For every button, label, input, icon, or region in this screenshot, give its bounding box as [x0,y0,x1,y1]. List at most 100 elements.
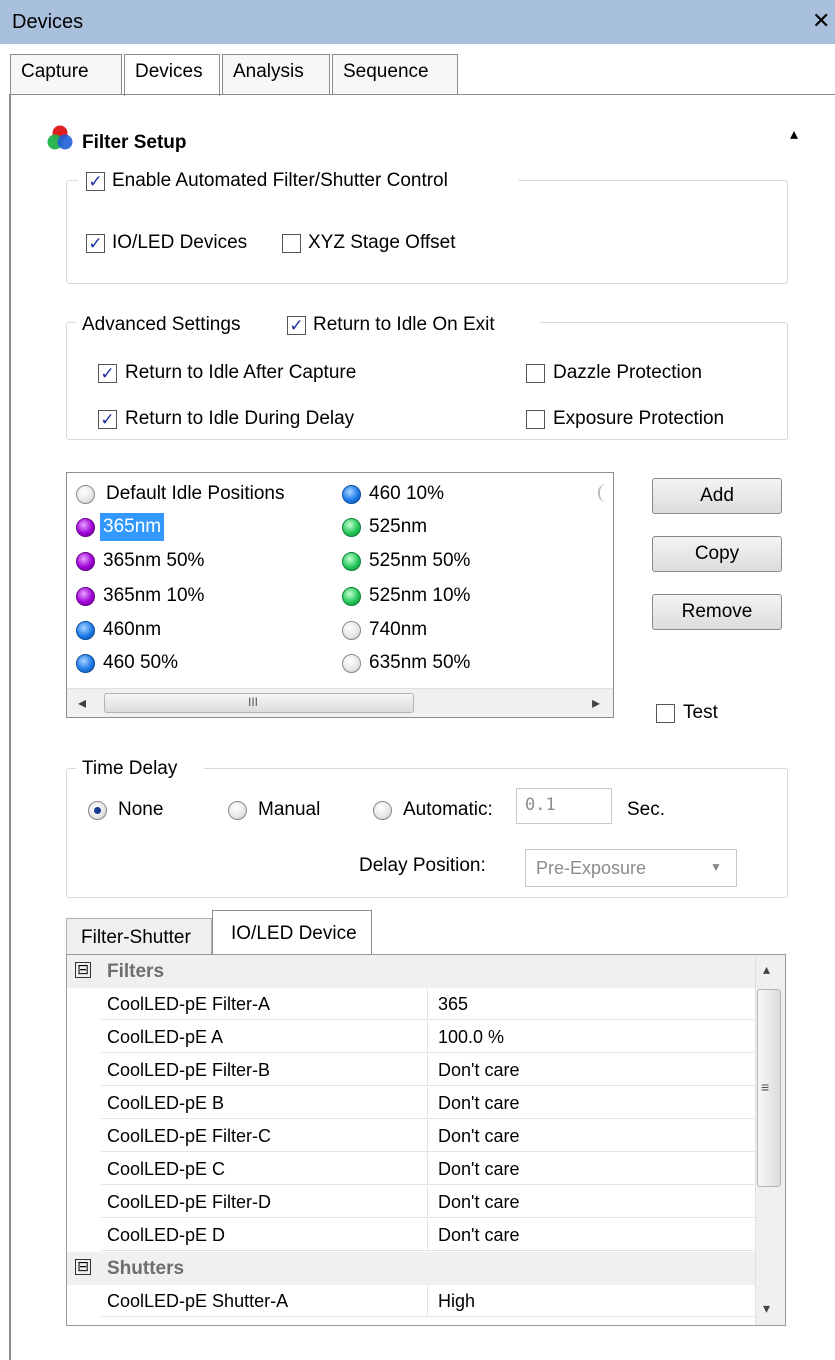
return-idle-capture-checkbox[interactable]: ✓ [98,364,117,383]
position-label[interactable]: 740nm [369,619,427,641]
position-radio[interactable] [76,621,95,640]
column-divider [427,1219,428,1251]
collapse-toggle-icon[interactable]: ⊟ [75,962,91,978]
property-row[interactable]: CoolLED-pE A 100.0 % [101,1021,755,1053]
category-row[interactable]: ⊟ Filters [67,955,755,988]
collapse-icon[interactable]: ▴ [790,124,798,144]
property-value[interactable]: High [438,1291,475,1312]
section-title: Filter Setup [82,132,187,153]
position-label[interactable]: 525nm [369,516,427,538]
exposure-protection-checkbox[interactable] [526,410,545,429]
position-label[interactable]: 460 10% [369,483,444,505]
column-divider [427,1120,428,1152]
position-radio[interactable] [342,485,361,504]
automatic-radio[interactable] [373,801,392,820]
scroll-up-icon[interactable]: ▴ [763,961,770,978]
position-label-selected[interactable]: 365nm [100,513,165,541]
property-row[interactable]: CoolLED-pE B Don't care [101,1087,755,1119]
return-idle-exit-checkbox[interactable]: ✓ [287,316,306,335]
position-radio[interactable] [76,587,95,606]
column-divider [427,1285,428,1317]
scroll-grip-icon: III [248,695,259,709]
panel-border [9,94,11,1360]
property-value[interactable]: Don't care [438,1192,519,1213]
dazzle-protection-label: Dazzle Protection [553,362,702,383]
enable-automated-checkbox[interactable]: ✓ [86,172,105,191]
io-led-devices-checkbox[interactable]: ✓ [86,234,105,253]
property-row[interactable]: CoolLED-pE Shutter-A High [101,1285,755,1317]
property-value[interactable]: 100.0 % [438,1027,504,1048]
property-value[interactable]: Don't care [438,1159,519,1180]
return-idle-delay-checkbox[interactable]: ✓ [98,410,117,429]
position-label[interactable]: 365nm 10% [103,585,204,607]
position-radio[interactable] [342,552,361,571]
property-name: CoolLED-pE C [107,1159,226,1179]
close-icon[interactable]: ✕ [812,8,830,34]
property-name: CoolLED-pE B [107,1093,225,1113]
xyz-stage-offset-checkbox[interactable] [282,234,301,253]
manual-radio[interactable] [228,801,247,820]
property-row[interactable]: CoolLED-pE Filter-C Don't care [101,1120,755,1152]
property-row[interactable]: CoolLED-pE Filter-A 365 [101,988,755,1020]
position-label[interactable]: 460 50% [103,652,178,674]
position-radio[interactable] [342,621,361,640]
position-label[interactable]: 635nm 50% [369,652,470,674]
chevron-down-icon[interactable]: ▼ [710,860,722,874]
property-row[interactable]: CoolLED-pE Filter-D Don't care [101,1186,755,1218]
position-radio[interactable] [76,485,95,504]
property-value[interactable]: 365 [438,994,468,1015]
dazzle-protection-checkbox[interactable] [526,364,545,383]
category-label: Filters [107,961,165,982]
scroll-down-icon[interactable]: ▾ [763,1300,770,1317]
scroll-left-icon[interactable]: ◂ [78,693,86,713]
property-value[interactable]: Don't care [438,1126,519,1147]
tab-capture[interactable]: Capture [10,54,122,94]
test-checkbox[interactable] [656,704,675,723]
property-name: CoolLED-pE D [107,1225,226,1245]
property-value[interactable]: Don't care [438,1225,519,1246]
collapse-toggle-icon[interactable]: ⊟ [75,1259,91,1275]
scroll-grip-icon: ≡ [761,1079,770,1095]
delay-position-value: Pre-Exposure [536,858,647,878]
property-value[interactable]: Don't care [438,1093,519,1114]
tab-io-led-device[interactable]: IO/LED Device [212,910,372,954]
property-row[interactable]: CoolLED-pE D Don't care [101,1219,755,1251]
property-name: CoolLED-pE Filter-A [107,994,271,1014]
category-row[interactable]: ⊟ Shutters [67,1252,755,1285]
position-radio[interactable] [76,654,95,673]
tab-filter-shutter[interactable]: Filter-Shutter [66,918,212,954]
property-name: CoolLED-pE Filter-D [107,1192,272,1212]
remove-button[interactable]: Remove [652,594,782,630]
position-label[interactable]: 525nm 50% [369,550,470,572]
tab-devices[interactable]: Devices [124,54,220,96]
return-idle-capture-label: Return to Idle After Capture [125,362,357,383]
advanced-settings-title: Advanced Settings [82,314,241,335]
tab-analysis[interactable]: Analysis [222,54,330,94]
property-value[interactable]: Don't care [438,1060,519,1081]
property-row[interactable]: CoolLED-pE C Don't care [101,1153,755,1185]
scroll-thumb[interactable] [104,693,414,713]
automatic-label: Automatic: [403,799,493,820]
seconds-unit-label: Sec. [627,799,666,820]
add-button[interactable]: Add [652,478,782,514]
position-label[interactable]: 460nm [103,619,161,641]
return-idle-exit-label: Return to Idle On Exit [313,314,495,335]
filter-rgb-icon [46,124,74,154]
position-radio[interactable] [342,587,361,606]
copy-button[interactable]: Copy [652,536,782,572]
delay-position-select[interactable]: Pre-Exposure [525,849,737,887]
scroll-right-icon[interactable]: ▸ [592,693,600,713]
position-radio[interactable] [76,518,95,537]
position-radio[interactable] [76,552,95,571]
position-radio[interactable] [342,654,361,673]
property-row[interactable]: CoolLED-pE Filter-B Don't care [101,1054,755,1086]
position-label[interactable]: 525nm 10% [369,585,470,607]
position-radio[interactable] [342,518,361,537]
property-name: CoolLED-pE Shutter-A [107,1291,289,1311]
tab-sequence[interactable]: Sequence [332,54,458,94]
position-label[interactable]: Default Idle Positions [106,483,285,505]
delay-seconds-input[interactable]: 0.1 [516,788,612,824]
none-radio[interactable] [88,801,107,820]
exposure-protection-label: Exposure Protection [553,408,725,429]
position-label[interactable]: 365nm 50% [103,550,204,572]
